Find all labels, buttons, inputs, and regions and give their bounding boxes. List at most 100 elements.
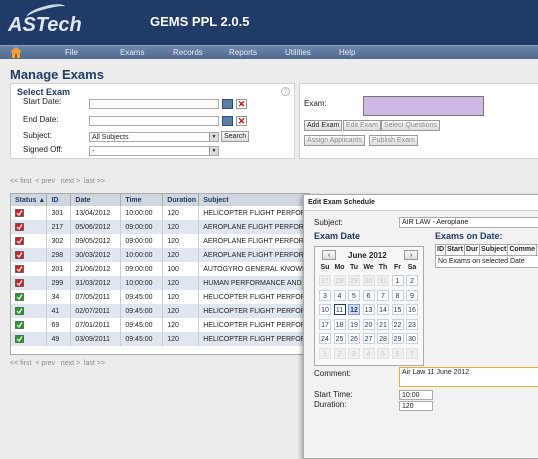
column-id[interactable]: ID [46, 194, 72, 206]
pager-prev[interactable]: < prev [35, 360, 55, 367]
calendar-day[interactable]: 7 [377, 289, 389, 301]
calendar-day[interactable]: 4 [362, 347, 375, 359]
table-row[interactable]: 302 09/05/2012 09:00:00 120 AEROPLANE FLIGHT… [11, 234, 309, 248]
calendar-day[interactable]: 30 [362, 275, 375, 286]
eod-column-header[interactable]: Dur [465, 245, 481, 255]
menu-reports[interactable]: Reports [229, 48, 257, 57]
add-exam-button[interactable]: Add Exam [304, 120, 343, 131]
subject-select[interactable]: All Subjects ▼ [89, 132, 219, 142]
pager-last[interactable]: last >> [84, 178, 105, 185]
column-duration[interactable]: Duration [162, 194, 200, 206]
start-time-input[interactable]: 10:00 [399, 390, 433, 400]
menu-utilities[interactable]: Utilities [285, 48, 311, 57]
calendar-day[interactable]: 5 [348, 289, 360, 301]
menu-records[interactable]: Records [173, 48, 203, 57]
pager-prev[interactable]: < prev [35, 178, 55, 185]
table-row[interactable]: 34 07/05/2011 09:45:00 120 HELICOPTER FLIGHT… [11, 290, 309, 304]
calendar-day[interactable]: 28 [377, 333, 389, 344]
calendar-day[interactable]: 31 [377, 275, 389, 286]
calendar-day[interactable]: 27 [319, 275, 331, 286]
search-button[interactable]: Search [221, 131, 250, 142]
calendar-day[interactable]: 15 [391, 304, 404, 315]
calendar-day[interactable]: 1 [391, 275, 404, 286]
start-date-clear-icon[interactable]: ✕ [236, 99, 247, 109]
calendar-day[interactable]: 30 [406, 333, 418, 344]
calendar-day[interactable]: 4 [333, 289, 346, 301]
start-date-calendar-icon[interactable] [222, 99, 233, 109]
eod-column-header[interactable]: Subject [480, 245, 509, 255]
end-date-clear-icon[interactable]: ✕ [236, 116, 247, 126]
calendar-day[interactable]: 25 [333, 333, 346, 344]
eod-column-header[interactable]: Comme [508, 245, 537, 255]
table-row[interactable]: 301 13/04/2012 10:00:00 120 HELICOPTER FLIGH… [11, 206, 309, 220]
table-row[interactable]: 217 05/06/2012 09:00:00 120 AEROPLANE FLIGHT… [11, 220, 309, 234]
table-row[interactable]: 41 02/07/2011 09:45:00 120 HELICOPTER FLIGHT… [11, 304, 309, 318]
comment-input[interactable]: Air Law 11 June 2012 [399, 367, 538, 387]
calendar-day[interactable]: 19 [348, 318, 360, 330]
calendar-next-icon[interactable]: › [404, 250, 418, 260]
select-questions-button[interactable]: Select Questions [381, 120, 440, 131]
table-row[interactable]: 298 30/03/2012 10:00:00 120 AEROPLANE FLIGHT… [11, 248, 309, 262]
calendar-day[interactable]: 24 [319, 333, 331, 344]
calendar-day[interactable]: 26 [348, 333, 360, 344]
table-row[interactable]: 69 07/01/2011 09:45:00 120 HELICOPTER FLIGHT… [11, 318, 309, 332]
menu-exams[interactable]: Exams [120, 48, 144, 57]
column-time[interactable]: Time [120, 194, 164, 206]
signed-off-select[interactable]: - ▼ [89, 146, 219, 156]
calendar-day[interactable]: 17 [319, 318, 331, 330]
table-row[interactable]: 49 03/09/2011 09:45:00 120 HELICOPTER FLIGHT… [11, 332, 309, 346]
calendar-day[interactable]: 23 [406, 318, 418, 330]
end-date-input[interactable] [89, 116, 219, 126]
table-row[interactable]: 299 31/03/2012 10:00:00 120 HUMAN PERFORMANC… [11, 276, 309, 290]
home-icon[interactable] [10, 47, 22, 58]
calendar-day[interactable]: 20 [362, 318, 375, 330]
dialog-subject-select[interactable]: AIR LAW - Aeroplane [399, 217, 538, 228]
calendar-day[interactable]: 2 [406, 275, 418, 286]
table-row[interactable]: 201 21/06/2012 09:00:00 100 AUTOGYRO GENERAL… [11, 262, 309, 276]
calendar-day[interactable]: 7 [406, 347, 418, 359]
pager-first[interactable]: << first [10, 178, 31, 185]
calendar-day[interactable]: 11 [333, 304, 346, 315]
pager-next[interactable]: next > [61, 360, 80, 367]
calendar-day[interactable]: 3 [348, 347, 360, 359]
calendar-day[interactable]: 3 [319, 289, 331, 301]
help-icon[interactable]: ? [281, 87, 290, 96]
column-status[interactable]: Status ▲ [11, 194, 48, 206]
calendar-day[interactable]: 28 [333, 275, 346, 286]
calendar-day[interactable]: 6 [391, 347, 404, 359]
exam-selector[interactable] [363, 96, 484, 116]
calendar-day[interactable]: 22 [391, 318, 404, 330]
calendar-day[interactable]: 27 [362, 333, 375, 344]
end-date-calendar-icon[interactable] [222, 116, 233, 126]
duration-input[interactable]: 120 [399, 401, 433, 411]
pager-next[interactable]: next > [61, 178, 80, 185]
edit-exam-button[interactable]: Edit Exam [343, 120, 381, 131]
calendar-day[interactable]: 9 [406, 289, 418, 301]
column-date[interactable]: Date [70, 194, 122, 206]
assign-applicants-button[interactable]: Assign Applicants [304, 135, 365, 146]
calendar-day[interactable]: 16 [406, 304, 418, 315]
pager-first[interactable]: << first [10, 360, 31, 367]
calendar-prev-icon[interactable]: ‹ [322, 250, 336, 260]
calendar-day[interactable]: 13 [362, 304, 375, 315]
calendar-day[interactable]: 21 [377, 318, 389, 330]
calendar-day[interactable]: 1 [319, 347, 331, 359]
calendar-day[interactable]: 29 [348, 275, 360, 286]
calendar-day[interactable]: 8 [391, 289, 404, 301]
calendar-day[interactable]: 18 [333, 318, 346, 330]
publish-exam-button[interactable]: Publish Exam [369, 135, 418, 146]
calendar-day[interactable]: 29 [391, 333, 404, 344]
eod-column-header[interactable]: Start [446, 245, 465, 255]
calendar-day[interactable]: 6 [362, 289, 375, 301]
menu-help[interactable]: Help [339, 48, 355, 57]
calendar-day[interactable]: 14 [377, 304, 389, 315]
start-date-input[interactable] [89, 99, 219, 109]
column-subject[interactable]: Subject [198, 194, 309, 206]
eod-column-header[interactable]: ID [436, 245, 446, 255]
calendar-day[interactable]: 5 [377, 347, 389, 359]
calendar-day[interactable]: 12 [348, 304, 360, 315]
calendar-day[interactable]: 2 [333, 347, 346, 359]
pager-last[interactable]: last >> [84, 360, 105, 367]
menu-file[interactable]: File [65, 48, 78, 57]
calendar-day[interactable]: 10 [319, 304, 331, 315]
